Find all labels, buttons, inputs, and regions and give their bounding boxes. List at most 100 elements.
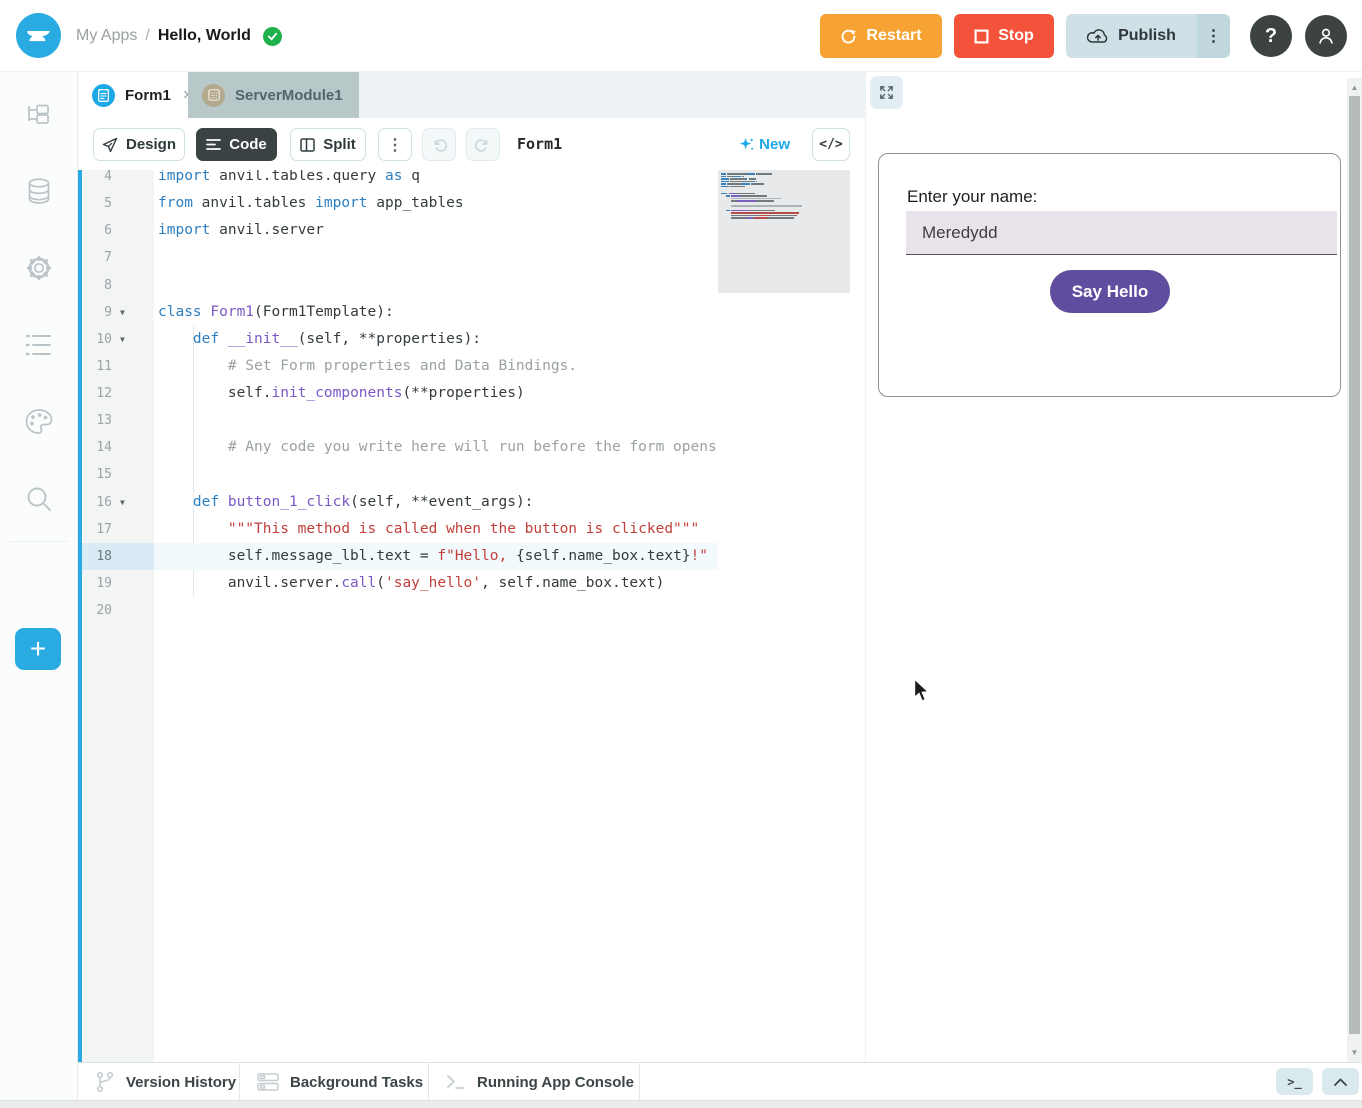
help-icon: ? xyxy=(1265,25,1277,48)
gutter-line-15[interactable]: 15 xyxy=(82,461,154,488)
breadcrumb-my-apps[interactable]: My Apps xyxy=(76,27,137,45)
code-line-20[interactable] xyxy=(154,597,718,624)
stop-label: Stop xyxy=(998,27,1034,45)
redo-button[interactable] xyxy=(466,128,500,161)
expand-panel-button[interactable] xyxy=(1322,1068,1359,1095)
code-editor[interactable]: 456789▼10▼111213141516▼17181920 import a… xyxy=(78,170,850,1062)
gutter-line-17[interactable]: 17 xyxy=(82,516,154,543)
code-line-15[interactable] xyxy=(154,461,718,488)
sidebar-app-browser-button[interactable] xyxy=(0,93,78,137)
code-view-button[interactable]: Code xyxy=(196,128,277,161)
gutter-line-14[interactable]: 14 xyxy=(82,434,154,461)
gutter-line-4[interactable]: 4 xyxy=(82,170,154,190)
minimap-viewport[interactable] xyxy=(718,170,850,293)
code-line-9[interactable]: class Form1(Form1Template): xyxy=(154,299,718,326)
check-icon xyxy=(267,31,278,42)
expand-app-button[interactable] xyxy=(870,76,903,109)
background-tasks-tab[interactable]: Background Tasks xyxy=(240,1063,429,1101)
app-form-card: Enter your name: Say Hello xyxy=(878,153,1341,397)
editor-more-button[interactable]: ⋮ xyxy=(378,128,412,161)
version-history-tab[interactable]: Version History xyxy=(78,1063,240,1101)
sidebar-outline-button[interactable] xyxy=(0,323,78,367)
running-app-console-tab[interactable]: Running App Console xyxy=(429,1063,640,1101)
gutter-line-12[interactable]: 12 xyxy=(82,380,154,407)
app-panel-scrollbar[interactable]: ▲ ▼ xyxy=(1347,78,1362,1062)
gutter-line-9[interactable]: 9▼ xyxy=(82,299,154,326)
editor-minimap[interactable] xyxy=(718,170,850,1062)
name-input[interactable] xyxy=(906,211,1337,255)
say-hello-button[interactable]: Say Hello xyxy=(1050,270,1170,313)
code-line-13[interactable] xyxy=(154,407,718,434)
tab-form1[interactable]: Form1 × xyxy=(78,72,188,118)
view-source-button[interactable]: </> xyxy=(812,128,850,161)
code-line-5[interactable]: from anvil.tables import app_tables xyxy=(154,190,718,217)
fold-arrow-icon[interactable]: ▼ xyxy=(120,326,125,353)
gutter-line-7[interactable]: 7 xyxy=(82,244,154,271)
horizontal-scrollbar[interactable] xyxy=(0,1100,1362,1108)
code-line-18[interactable]: self.message_lbl.text = f"Hello, {self.n… xyxy=(154,543,718,570)
gutter-line-10[interactable]: 10▼ xyxy=(82,326,154,353)
gutter-line-5[interactable]: 5 xyxy=(82,190,154,217)
open-console-button[interactable]: >_ xyxy=(1276,1068,1313,1095)
sidebar-settings-button[interactable] xyxy=(0,246,78,290)
gutter-line-11[interactable]: 11 xyxy=(82,353,154,380)
gutter-line-16[interactable]: 16▼ xyxy=(82,489,154,516)
tab-servermodule1[interactable]: ServerModule1 xyxy=(188,72,359,118)
split-view-button[interactable]: Split xyxy=(290,128,366,161)
undo-button[interactable] xyxy=(422,128,456,161)
app-tree-icon xyxy=(23,99,55,131)
help-button[interactable]: ? xyxy=(1250,15,1292,57)
version-history-label: Version History xyxy=(126,1074,236,1091)
gutter-line-18[interactable]: 18 xyxy=(82,543,154,570)
code-line-8[interactable] xyxy=(154,272,718,299)
publish-button[interactable]: Publish xyxy=(1066,14,1197,58)
code-line-11[interactable]: # Set Form properties and Data Bindings. xyxy=(154,353,718,380)
code-line-14[interactable]: # Any code you write here will run befor… xyxy=(154,434,718,461)
code-line-10[interactable]: def __init__(self, **properties): xyxy=(154,326,718,353)
stop-button[interactable]: Stop xyxy=(954,14,1054,58)
code-line-12[interactable]: self.init_components(**properties) xyxy=(154,380,718,407)
restart-button[interactable]: Restart xyxy=(820,14,942,58)
scroll-up-arrow-icon[interactable]: ▲ xyxy=(1347,80,1362,95)
palette-icon xyxy=(23,407,55,437)
sidebar-data-tables-button[interactable] xyxy=(0,169,78,213)
gutter-line-20[interactable]: 20 xyxy=(82,597,154,624)
terminal-icon xyxy=(446,1073,466,1091)
sparkle-icon xyxy=(739,137,754,152)
gutter-line-13[interactable]: 13 xyxy=(82,407,154,434)
code-line-16[interactable]: def button_1_click(self, **event_args): xyxy=(154,489,718,516)
gutter-line-8[interactable]: 8 xyxy=(82,272,154,299)
code-brackets-icon: </> xyxy=(819,137,842,152)
code-line-17[interactable]: """This method is called when the button… xyxy=(154,516,718,543)
fold-arrow-icon[interactable]: ▼ xyxy=(120,489,125,516)
account-button[interactable] xyxy=(1305,15,1347,57)
sidebar-add-button[interactable]: + xyxy=(15,628,61,670)
code-line-7[interactable] xyxy=(154,244,718,271)
kebab-icon: ⋮ xyxy=(387,135,403,155)
new-component-button[interactable]: New xyxy=(739,118,790,170)
code-line-6[interactable]: import anvil.server xyxy=(154,217,718,244)
stop-icon xyxy=(974,29,989,44)
gutter-line-6[interactable]: 6 xyxy=(82,217,154,244)
scroll-down-arrow-icon[interactable]: ▼ xyxy=(1347,1045,1362,1060)
code-line-19[interactable]: anvil.server.call('say_hello', self.name… xyxy=(154,570,718,597)
gutter-line-19[interactable]: 19 xyxy=(82,570,154,597)
sidebar-theme-button[interactable] xyxy=(0,400,78,444)
search-icon xyxy=(24,484,54,514)
code-line-4[interactable]: import anvil.tables.query as q xyxy=(154,170,718,190)
sidebar-search-button[interactable] xyxy=(0,477,78,521)
gear-icon xyxy=(23,252,55,284)
editor-code-lines[interactable]: import anvil.tables.query as qfrom anvil… xyxy=(154,170,718,624)
restart-icon xyxy=(840,28,857,45)
editor-toolbar: Design Code Split ⋮ xyxy=(78,118,865,170)
top-bar: My Apps / Hello, World Restart Stop xyxy=(0,0,1362,72)
publish-more-button[interactable]: ⋮ xyxy=(1197,14,1230,58)
fold-arrow-icon[interactable]: ▼ xyxy=(120,299,125,326)
scrollbar-thumb[interactable] xyxy=(1349,96,1360,1034)
split-label: Split xyxy=(323,136,356,153)
anvil-logo-icon[interactable] xyxy=(16,13,61,58)
breadcrumb-app-name: Hello, World xyxy=(158,27,251,45)
bottom-bar: Version History Background Tasks Running… xyxy=(78,1062,1362,1100)
design-view-button[interactable]: Design xyxy=(93,128,185,161)
restart-label: Restart xyxy=(866,27,921,45)
